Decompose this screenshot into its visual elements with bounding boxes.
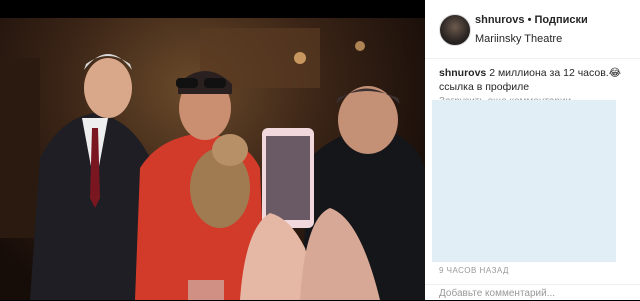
- user-avatar[interactable]: [439, 14, 471, 46]
- follow-status-button[interactable]: Подписки: [535, 14, 588, 26]
- post-caption: shnurovs 2 миллиона за 12 часов.😂 ссылка…: [439, 66, 634, 94]
- header-line: shnurovs • Подписки: [475, 14, 588, 26]
- post-header: shnurovs • Подписки Mariinsky Theatre: [425, 0, 640, 59]
- add-comment-input[interactable]: [439, 288, 629, 299]
- username-link[interactable]: shnurovs: [475, 14, 525, 26]
- post-photo[interactable]: [0, 18, 425, 300]
- photo-illustration: [0, 28, 425, 300]
- location-link[interactable]: Mariinsky Theatre: [475, 33, 562, 45]
- add-comment-bar: [425, 284, 640, 301]
- selection-overlay: [432, 100, 616, 262]
- post-viewer: shnurovs • Подписки Mariinsky Theatre sh…: [0, 0, 640, 300]
- separator-dot: •: [527, 14, 532, 26]
- caption-username-link[interactable]: shnurovs: [439, 67, 486, 79]
- post-timestamp: 9 часов назад: [439, 266, 509, 275]
